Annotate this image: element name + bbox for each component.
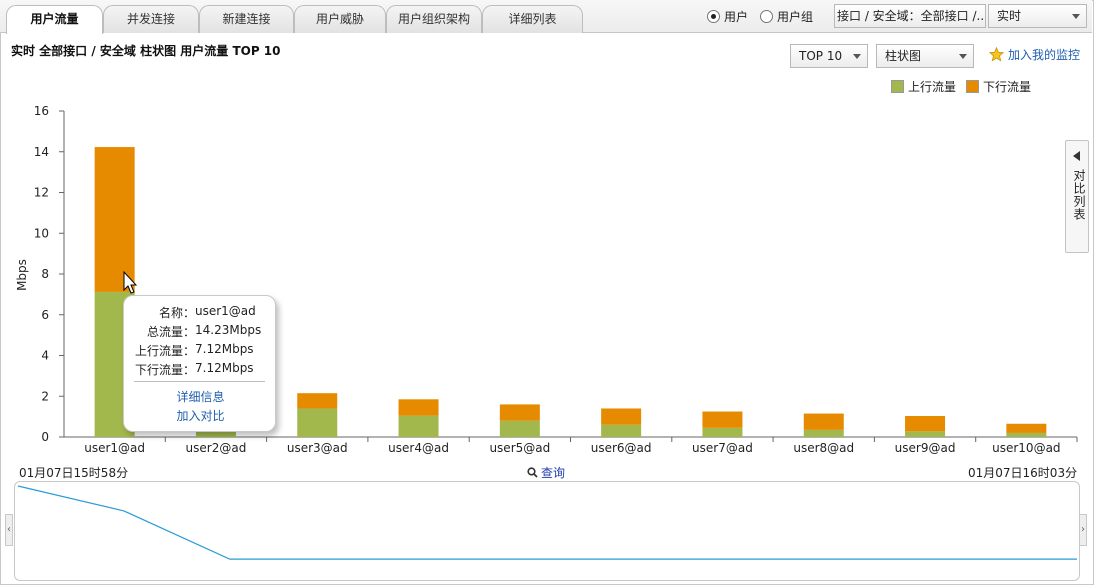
- bar-segment-up: [803, 429, 844, 437]
- y-tick-label: 12: [34, 186, 49, 200]
- bar-segment-down: [803, 413, 844, 430]
- x-tick-label: user5@ad: [489, 441, 550, 455]
- bar-segment-down: [297, 393, 338, 409]
- tooltip-total-label: 总流量：: [146, 325, 195, 339]
- bar-segment-down: [94, 147, 135, 292]
- query-label: 查询: [541, 466, 566, 480]
- tooltip-total-row: 总流量： 14.23Mbps: [124, 323, 277, 340]
- chevron-right-icon: ›: [1081, 524, 1085, 535]
- y-tick-label: 16: [34, 104, 49, 118]
- tooltip-up-row: 上行流量： 7.12Mbps: [124, 342, 277, 359]
- x-tick-label: user9@ad: [895, 441, 956, 455]
- tooltip-name-label: 名称：: [158, 306, 195, 320]
- bar-segment-up: [297, 408, 338, 437]
- y-tick-label: 6: [41, 308, 49, 322]
- x-tick-label: user3@ad: [287, 441, 348, 455]
- timeline-end: 01月07日16时03分: [968, 466, 1078, 480]
- tooltip-name-value: user1@ad: [195, 304, 256, 318]
- bar-segment-up: [1006, 432, 1047, 437]
- tooltip-name-row: 名称： user1@ad: [124, 304, 277, 321]
- search-icon: [527, 467, 538, 478]
- bar-segment-down: [499, 404, 540, 421]
- timeline-next-button[interactable]: ›: [1079, 514, 1087, 546]
- bar-segment-up: [398, 415, 439, 437]
- tooltip-down-value: 7.12Mbps: [195, 361, 254, 375]
- y-tick-label: 0: [41, 430, 49, 444]
- timeline-overview[interactable]: [14, 481, 1080, 581]
- x-tick-label: user1@ad: [84, 441, 145, 455]
- y-axis-title: Mbps: [15, 259, 29, 291]
- y-tick-label: 2: [41, 389, 49, 403]
- y-tick-label: 4: [41, 349, 49, 363]
- x-tick-label: user7@ad: [692, 441, 753, 455]
- chevron-left-icon: ‹: [7, 524, 11, 535]
- bar-segment-up: [499, 420, 540, 437]
- bar-segment-down: [702, 411, 743, 428]
- tooltip-total-value: 14.23Mbps: [195, 323, 262, 337]
- x-tick-label: user10@ad: [992, 441, 1060, 455]
- bar-segment-up: [601, 424, 642, 437]
- bar-segment-down: [1006, 423, 1047, 433]
- y-tick-label: 10: [34, 226, 49, 240]
- x-tick-label: user8@ad: [793, 441, 854, 455]
- tooltip-down-row: 下行流量： 7.12Mbps: [124, 361, 277, 378]
- x-tick-label: user2@ad: [186, 441, 247, 455]
- tooltip-detail-link[interactable]: 详细信息: [124, 388, 277, 405]
- timeline-prev-button[interactable]: ‹: [5, 514, 13, 546]
- bar-segment-up: [702, 427, 743, 437]
- overview-line-chart: [17, 485, 1077, 560]
- bar-segment-down: [601, 408, 642, 425]
- tooltip-down-label: 下行流量：: [134, 363, 195, 377]
- bar-segment-up: [905, 431, 946, 437]
- x-tick-label: user6@ad: [591, 441, 652, 455]
- tab-user-traffic[interactable]: 用户流量: [6, 5, 103, 34]
- overview-series-line: [17, 485, 1077, 560]
- bar-segment-down: [905, 416, 946, 432]
- tooltip-up-label: 上行流量：: [134, 344, 195, 358]
- tooltip-compare-link[interactable]: 加入对比: [124, 407, 277, 424]
- y-tick-label: 14: [34, 145, 49, 159]
- x-tick-label: user4@ad: [388, 441, 449, 455]
- tooltip-divider: [134, 381, 265, 382]
- y-tick-label: 8: [41, 267, 49, 281]
- query-button[interactable]: 查询: [527, 464, 565, 481]
- bar-segment-down: [398, 399, 439, 416]
- bar-tooltip: 名称： user1@ad 总流量： 14.23Mbps 上行流量： 7.12Mb…: [123, 295, 276, 432]
- timeline-start: 01月07日15时58分: [19, 466, 129, 480]
- tooltip-up-value: 7.12Mbps: [195, 342, 254, 356]
